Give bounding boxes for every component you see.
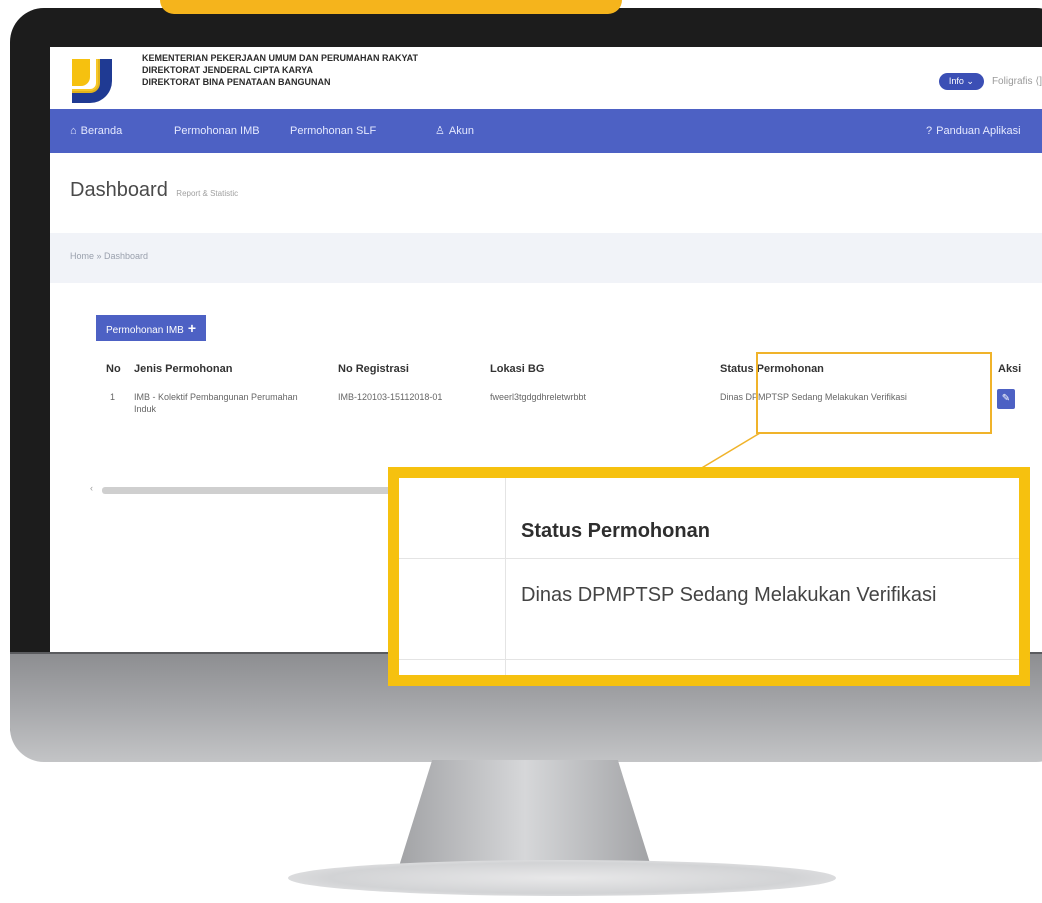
nav-label-panduan: Panduan Aplikasi — [936, 125, 1021, 137]
nav-label-akun: Akun — [448, 125, 474, 137]
top-tab-decoration — [160, 0, 622, 14]
info-label: Info — [948, 75, 964, 86]
org-line-3: DIREKTORAT BINA PENATAAN BANGUNAN — [142, 77, 331, 87]
edit-icon: ✎ — [1001, 393, 1011, 404]
scroll-left-icon[interactable]: ‹ — [90, 483, 93, 493]
question-icon: ? — [926, 125, 933, 137]
cell-registrasi: IMB-120103-15112018-01 — [338, 392, 443, 402]
col-header-lokasi: Lokasi BG — [490, 363, 545, 375]
user-name[interactable]: Foligrafis ⟨] — [992, 76, 1042, 87]
organization-name: KEMENTERIAN PEKERJAAN UMUM DAN PERUMAHAN… — [142, 52, 418, 88]
col-header-jenis: Jenis Permohonan — [134, 363, 233, 375]
nav-label-permohonan-imb: Permohonan IMB — [174, 125, 260, 137]
col-header-registrasi: No Registrasi — [338, 363, 409, 375]
pupr-logo — [68, 55, 116, 103]
status-highlight-box — [756, 352, 992, 434]
callout-connector — [700, 433, 761, 469]
user-name-text: Foligrafis — [991, 75, 1033, 87]
callout-status-header: Status Permohonan — [521, 520, 710, 542]
callout-column-divider — [505, 478, 506, 675]
edit-button[interactable]: ✎ — [997, 389, 1015, 409]
cell-jenis: IMB - Kolektif Pembangunan Perumahan Ind… — [134, 392, 298, 414]
chevron-down-icon: ⌄ — [966, 75, 974, 86]
callout-status-value: Dinas DPMPTSP Sedang Melakukan Verifikas… — [521, 584, 937, 606]
nav-item-permohonan-slf[interactable]: Permohonan SLF — [290, 109, 376, 153]
info-dropdown[interactable]: Info ⌄ — [938, 72, 984, 90]
callout-bottom-divider — [399, 659, 1019, 660]
nav-item-permohonan-imb[interactable]: Permohonan IMB — [174, 109, 260, 153]
breadcrumb-bar: Home » Dashboard — [50, 233, 1042, 283]
page-title: Dashboard Report & Statistic — [70, 179, 238, 202]
nav-item-akun[interactable]: ♙ Akun — [435, 109, 474, 153]
page-subtitle: Report & Statistic — [176, 189, 239, 198]
page-title-text: Dashboard — [70, 179, 168, 201]
home-icon: ⌂ — [70, 125, 77, 137]
nav-label-permohonan-slf: Permohonan SLF — [290, 125, 377, 137]
add-button-label: Permohonan IMB — [106, 325, 184, 336]
logout-icon: ⟨] — [1035, 75, 1042, 87]
main-nav: ⌂ Beranda Permohonan IMB Permohonan SLF ♙… — [50, 109, 1042, 153]
nav-item-panduan[interactable]: ? Panduan Aplikasi — [926, 109, 1021, 153]
org-line-2: DIREKTORAT JENDERAL CIPTA KARYA — [142, 65, 313, 75]
cell-lokasi: fweerl3tgdgdhreletwrbbt — [490, 392, 587, 402]
user-icon: ♙ — [435, 125, 445, 137]
org-line-1: KEMENTERIAN PEKERJAAN UMUM DAN PERUMAHAN… — [142, 53, 419, 63]
cell-no: 1 — [110, 392, 116, 402]
callout-row-divider — [399, 558, 1019, 559]
nav-label-beranda: Beranda — [80, 125, 123, 137]
monitor-base — [288, 860, 836, 896]
app-header: KEMENTERIAN PEKERJAAN UMUM DAN PERUMAHAN… — [50, 47, 1042, 109]
plus-icon: + — [187, 320, 197, 336]
zoom-callout: Status Permohonan Dinas DPMPTSP Sedang M… — [388, 467, 1030, 686]
nav-item-beranda[interactable]: ⌂ Beranda — [70, 109, 122, 153]
col-header-no: No — [106, 363, 121, 375]
header-right: Info ⌄ Foligrafis ⟨] — [938, 72, 1042, 90]
breadcrumb[interactable]: Home » Dashboard — [70, 251, 148, 261]
add-permohonan-imb-button[interactable]: Permohonan IMB + — [96, 315, 207, 341]
col-header-aksi: Aksi — [998, 363, 1022, 375]
